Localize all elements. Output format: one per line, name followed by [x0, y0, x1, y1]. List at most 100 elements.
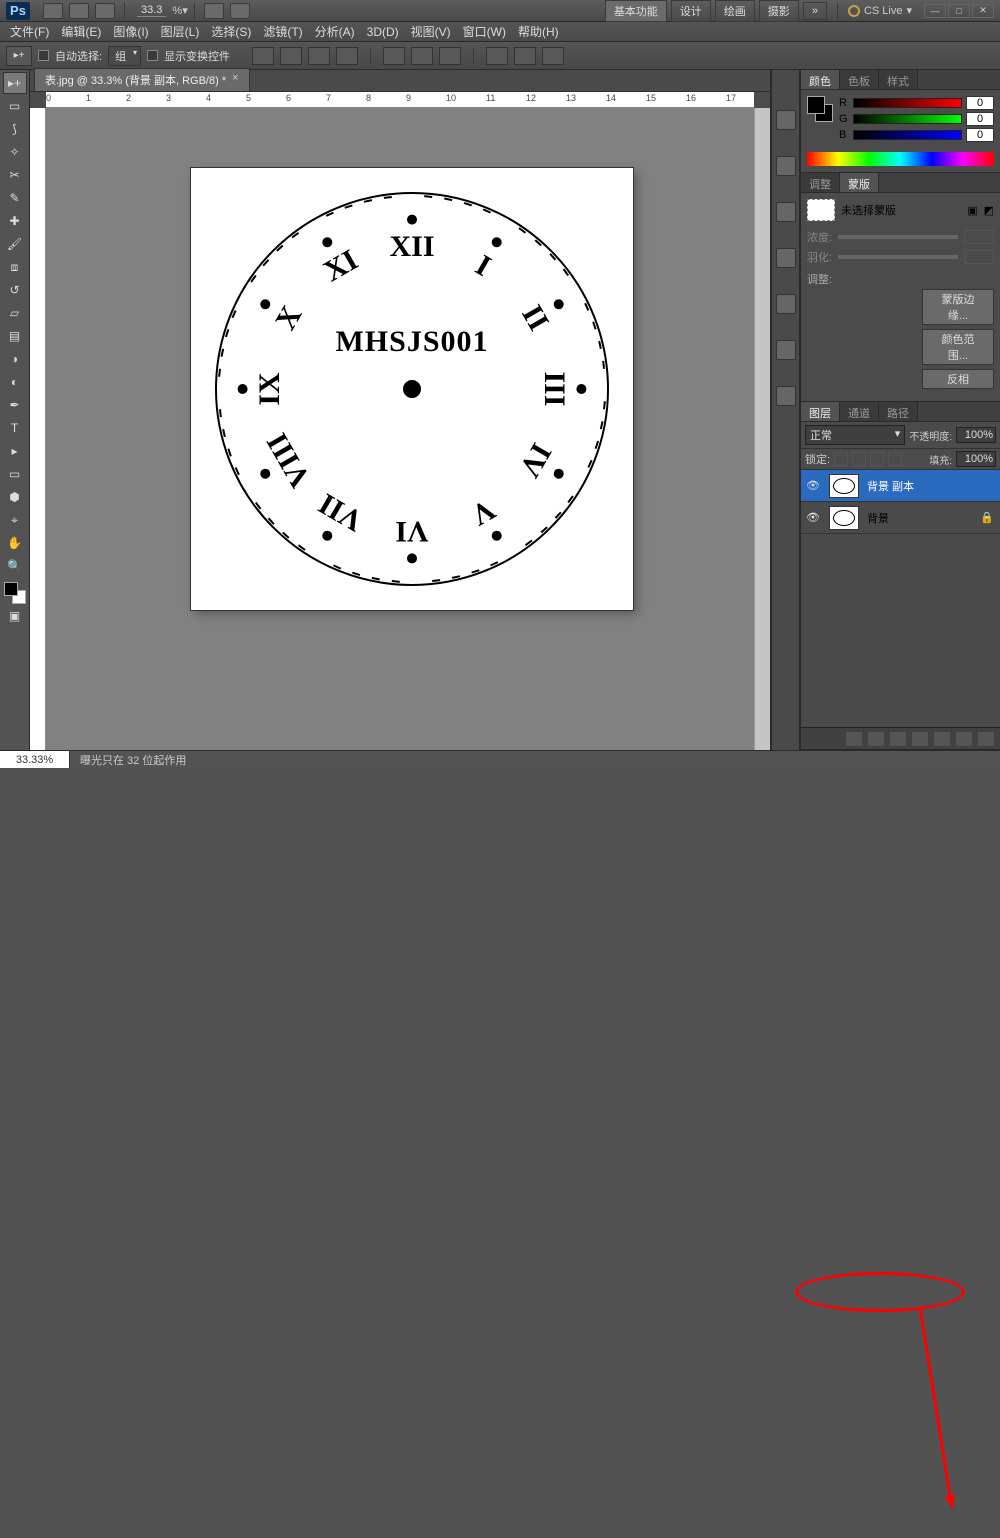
layer-name[interactable]: 背景 副本 — [863, 478, 1000, 494]
mask-thumbnail[interactable] — [807, 199, 835, 221]
layer-thumbnail[interactable] — [829, 506, 859, 530]
color-range-button[interactable]: 颜色范围... — [922, 329, 994, 365]
quick-mask-toggle[interactable]: ▣ — [3, 605, 27, 627]
layer-thumbnail[interactable] — [829, 474, 859, 498]
lock-transparency-icon[interactable] — [834, 452, 848, 466]
menu-3d[interactable]: 3D(D) — [361, 25, 405, 39]
current-tool-icon[interactable]: ▸+ — [6, 46, 32, 66]
menu-analysis[interactable]: 分析(A) — [309, 23, 361, 40]
align-icon[interactable] — [308, 47, 330, 65]
lock-position-icon[interactable] — [870, 452, 884, 466]
new-layer-icon[interactable] — [956, 732, 972, 746]
opacity-value[interactable]: 100% — [956, 427, 996, 443]
history-brush-tool[interactable]: ↺ — [3, 279, 27, 301]
new-group-icon[interactable] — [934, 732, 950, 746]
menu-select[interactable]: 选择(S) — [205, 23, 257, 40]
distribute-icon[interactable] — [383, 47, 405, 65]
align-icon[interactable] — [280, 47, 302, 65]
character-panel-icon[interactable] — [776, 386, 796, 406]
shape-tool[interactable]: ▭ — [3, 463, 27, 485]
color-swatch-pair[interactable] — [807, 96, 833, 122]
distribute-icon[interactable] — [411, 47, 433, 65]
distribute-icon[interactable] — [514, 47, 536, 65]
properties-panel-icon[interactable] — [776, 294, 796, 314]
move-tool[interactable]: ▸+ — [3, 72, 27, 94]
menu-help[interactable]: 帮助(H) — [512, 23, 565, 40]
window-maximize-button[interactable]: □ — [948, 4, 970, 18]
align-icon[interactable] — [336, 47, 358, 65]
density-slider[interactable] — [838, 235, 958, 239]
workspace-photography-button[interactable]: 摄影 — [759, 0, 799, 22]
align-icon[interactable] — [252, 47, 274, 65]
add-vector-mask-icon[interactable]: ◩ — [984, 204, 994, 217]
window-close-button[interactable]: ✕ — [972, 4, 994, 18]
healing-brush-tool[interactable]: ✚ — [3, 210, 27, 232]
auto-select-checkbox[interactable] — [38, 50, 49, 61]
menu-filter[interactable]: 滤镜(T) — [257, 23, 308, 40]
layer-name[interactable]: 背景 — [863, 510, 980, 526]
distribute-icon[interactable] — [542, 47, 564, 65]
link-layers-icon[interactable] — [846, 732, 862, 746]
paragraph-panel-icon[interactable] — [776, 340, 796, 360]
dodge-tool[interactable]: ◐ — [3, 371, 27, 393]
invert-button[interactable]: 反相 — [922, 369, 994, 389]
new-adjustment-icon[interactable] — [912, 732, 928, 746]
marquee-tool[interactable]: ▭ — [3, 95, 27, 117]
add-pixel-mask-icon[interactable]: ▣ — [967, 204, 977, 217]
r-value[interactable]: 0 — [966, 96, 994, 110]
workspace-design-button[interactable]: 设计 — [671, 0, 711, 22]
lock-all-icon[interactable] — [888, 452, 902, 466]
lasso-tool[interactable]: ⟆ — [3, 118, 27, 140]
arrange-docs-icon[interactable] — [204, 3, 224, 19]
vertical-ruler[interactable] — [30, 108, 46, 750]
visibility-toggle-icon[interactable]: 👁 — [801, 479, 825, 492]
color-ramp[interactable] — [807, 152, 994, 166]
swatches-tab[interactable]: 色板 — [840, 70, 879, 89]
layer-list[interactable]: 👁 背景 副本 👁 背景 🔒 — [801, 470, 1000, 727]
vertical-scrollbar[interactable] — [754, 108, 770, 750]
lock-pixels-icon[interactable] — [852, 452, 866, 466]
bridge-icon[interactable] — [43, 3, 63, 19]
workspace-overflow-button[interactable]: » — [803, 2, 827, 20]
workspace-painting-button[interactable]: 绘画 — [715, 0, 755, 22]
3d-camera-tool[interactable]: ⌖ — [3, 509, 27, 531]
fill-value[interactable]: 100% — [956, 451, 996, 467]
feather-slider[interactable] — [838, 255, 958, 259]
hand-tool[interactable]: ✋ — [3, 532, 27, 554]
status-zoom[interactable]: 33.33% — [0, 751, 70, 768]
eraser-tool[interactable]: ▱ — [3, 302, 27, 324]
screen-mode-icon[interactable] — [230, 3, 250, 19]
zoom-level-field[interactable]: 33.3 — [137, 4, 166, 17]
clone-source-panel-icon[interactable] — [776, 248, 796, 268]
cs-live-button[interactable]: CS Live▾ — [848, 4, 912, 17]
styles-tab[interactable]: 样式 — [879, 70, 918, 89]
b-value[interactable]: 0 — [966, 128, 994, 142]
crop-tool[interactable]: ✂ — [3, 164, 27, 186]
eyedropper-tool[interactable]: ✎ — [3, 187, 27, 209]
magic-wand-tool[interactable]: ✧ — [3, 141, 27, 163]
g-slider[interactable] — [853, 114, 962, 124]
layers-tab[interactable]: 图层 — [801, 402, 840, 421]
zoom-tool[interactable]: 🔍 — [3, 555, 27, 577]
auto-select-dropdown[interactable]: 组 — [108, 46, 141, 66]
blur-tool[interactable]: ◑ — [3, 348, 27, 370]
horizontal-ruler[interactable]: 0123456789101112131415161718 — [46, 92, 754, 108]
mask-edge-button[interactable]: 蒙版边缘... — [922, 289, 994, 325]
brush-tool[interactable]: 🖌 — [3, 233, 27, 255]
show-transform-checkbox[interactable] — [147, 50, 158, 61]
history-panel-icon[interactable] — [776, 110, 796, 130]
feather-value[interactable] — [964, 250, 994, 264]
canvas-viewport[interactable]: MHSJS001 XIIIIIIIIIVVVIVIIVIIIIXXXI — [46, 108, 754, 750]
view-extras-icon[interactable] — [95, 3, 115, 19]
clone-stamp-tool[interactable]: ⧈ — [3, 256, 27, 278]
canvas-document[interactable]: MHSJS001 XIIIIIIIIIVVVIVIIVIIIIXXXI — [191, 168, 633, 610]
close-tab-icon[interactable]: × — [232, 72, 238, 88]
paths-tab[interactable]: 路径 — [879, 402, 918, 421]
delete-layer-icon[interactable] — [978, 732, 994, 746]
distribute-icon[interactable] — [439, 47, 461, 65]
path-select-tool[interactable]: ▸ — [3, 440, 27, 462]
gradient-tool[interactable]: ▤ — [3, 325, 27, 347]
visibility-toggle-icon[interactable]: 👁 — [801, 511, 825, 524]
mb-icon[interactable] — [69, 3, 89, 19]
menu-view[interactable]: 视图(V) — [405, 23, 457, 40]
